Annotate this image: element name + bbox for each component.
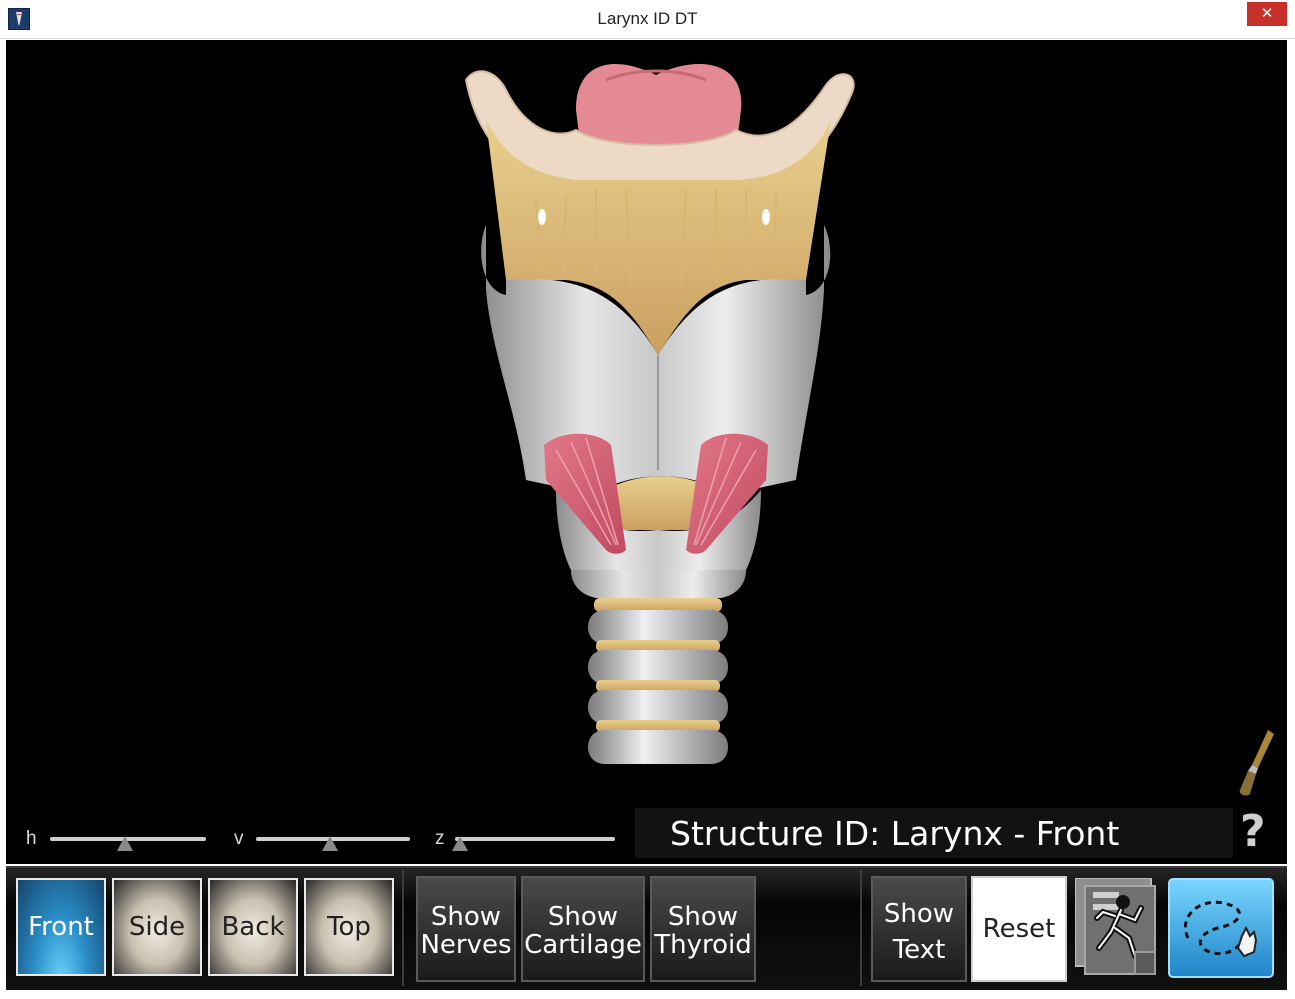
slider-z-label: z	[435, 828, 445, 849]
top-view-button[interactable]: Top	[304, 878, 394, 976]
close-button[interactable]: ✕	[1247, 2, 1287, 26]
show-thyroid-line2: Thyroid	[654, 930, 752, 960]
front-view-button[interactable]: Front	[16, 878, 106, 976]
title-bar: Larynx ID DT ✕	[0, 0, 1295, 39]
show-cartilage-line1: Show	[547, 902, 619, 932]
structure-id-text: Structure ID: Larynx - Front	[670, 814, 1120, 853]
side-view-button[interactable]: Side	[112, 878, 202, 976]
show-nerves-line2: Nerves	[420, 930, 512, 960]
show-nerves-line1: Show	[430, 902, 502, 932]
toolbar-separator	[860, 870, 862, 986]
slider-z-thumb[interactable]	[451, 836, 468, 851]
slider-h-thumb[interactable]	[116, 836, 133, 851]
show-text-button[interactable]: Show Text	[871, 876, 967, 982]
paintbrush-icon[interactable]	[1236, 728, 1280, 800]
slider-h-label: h	[26, 828, 37, 849]
slider-v-thumb[interactable]	[321, 836, 338, 851]
show-cartilage-line2: Cartilage	[524, 930, 642, 960]
toolbar-separator	[402, 870, 404, 986]
show-text-line1: Show	[883, 899, 955, 929]
back-view-button[interactable]: Back	[208, 878, 298, 976]
slider-z-track[interactable]	[455, 837, 615, 841]
help-icon[interactable]: ?	[1240, 806, 1266, 857]
show-text-line2: Text	[892, 935, 946, 965]
quiz-runner-icon[interactable]	[1075, 878, 1163, 978]
window-title: Larynx ID DT	[597, 9, 698, 28]
slider-v-label: v	[234, 828, 244, 849]
reset-button[interactable]: Reset	[971, 876, 1067, 982]
larynx-illustration[interactable]	[446, 50, 866, 790]
trace-path-hand-icon[interactable]	[1168, 878, 1274, 978]
show-nerves-button[interactable]: Show Nerves	[416, 876, 516, 982]
show-cartilage-button[interactable]: Show Cartilage	[521, 876, 645, 982]
larynx-viewport[interactable]	[6, 40, 1287, 864]
structure-id-panel: Structure ID: Larynx - Front	[635, 808, 1233, 858]
show-thyroid-line1: Show	[667, 902, 739, 932]
show-thyroid-button[interactable]: Show Thyroid	[650, 876, 756, 982]
